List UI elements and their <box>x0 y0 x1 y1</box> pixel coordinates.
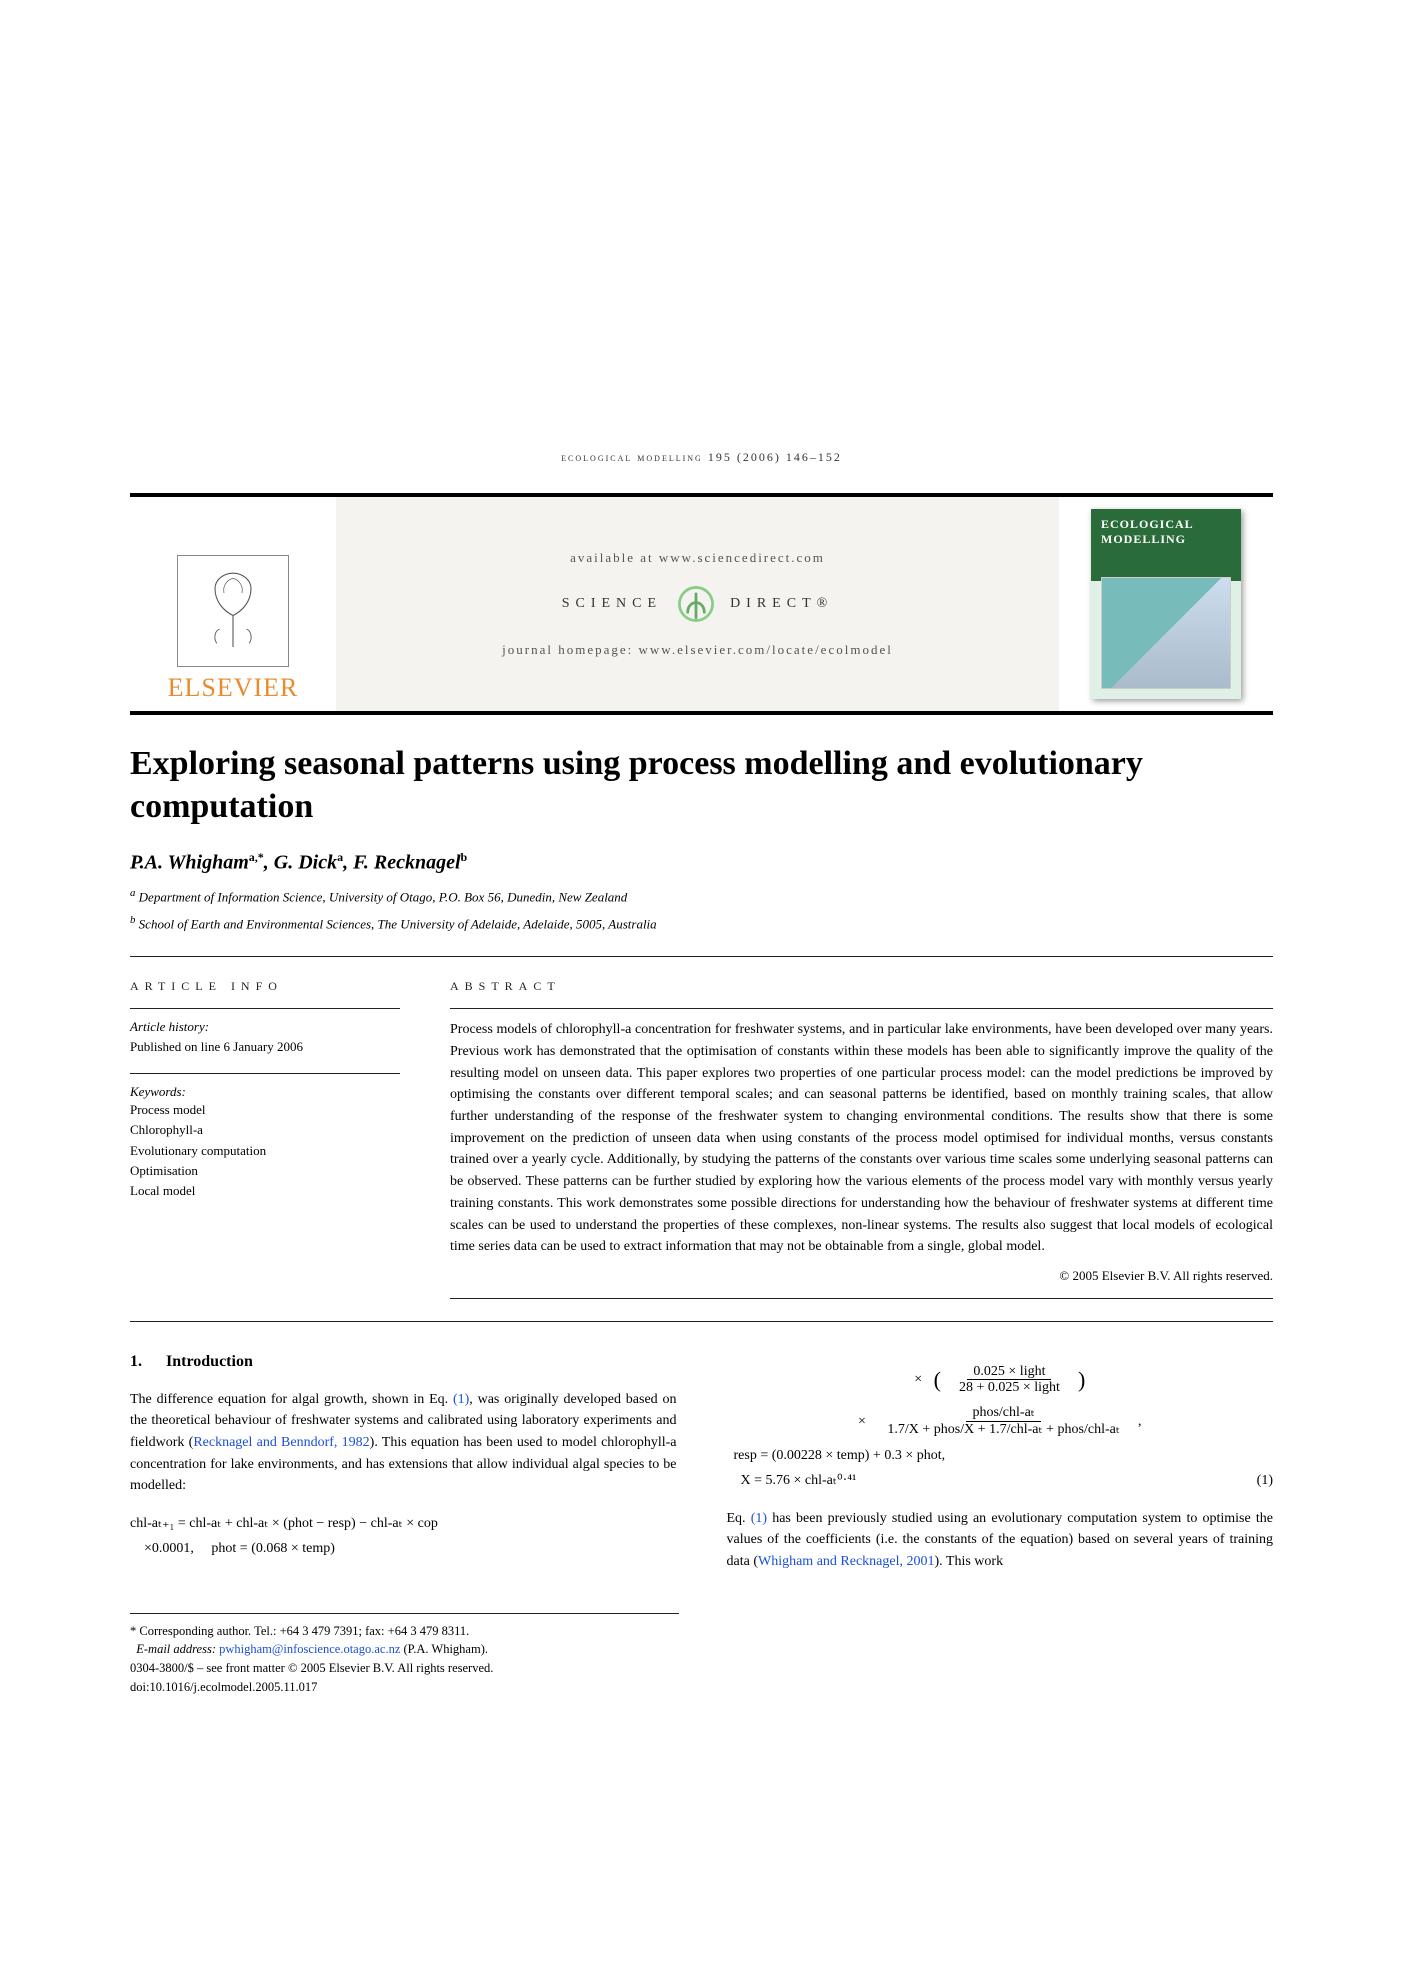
divider <box>130 956 1273 957</box>
affiliation-a: a Department of Information Science, Uni… <box>130 885 1273 907</box>
journal-homepage[interactable]: journal homepage: www.elsevier.com/locat… <box>502 642 893 658</box>
section-title: Introduction <box>166 1353 253 1370</box>
author-1[interactable]: P.A. Whigham <box>130 852 249 874</box>
eq-line: X = 5.76 × chl-aₜ⁰·⁴¹ (1) <box>727 1468 1274 1493</box>
sd-word-left: SCIENCE <box>562 596 662 612</box>
keyword: Optimisation <box>130 1161 400 1181</box>
keyword: Process model <box>130 1100 400 1120</box>
keyword: Evolutionary computation <box>130 1141 400 1161</box>
sd-word-right: DIRECT® <box>730 596 833 612</box>
article-title: Exploring seasonal patterns using proces… <box>130 743 1273 828</box>
author-2-aff: a <box>337 850 343 864</box>
journal-cover-wrap: ECOLOGICAL MODELLING <box>1059 497 1273 711</box>
sciencedirect-logo[interactable]: SCIENCE DIRECT® <box>562 580 834 628</box>
eq-line: chl-aₜ₊₁ = chl-aₜ + chl-aₜ × (phot − res… <box>130 1511 677 1536</box>
divider <box>130 1008 400 1009</box>
author-1-aff: a,* <box>249 850 264 864</box>
running-head: ecological modelling 195 (2006) 146–152 <box>130 450 1273 465</box>
eq-line: × phos/chl-aₜ 1.7/X + phos/X + 1.7/chl-a… <box>727 1405 1274 1437</box>
text: X = 5.76 × chl-aₜ⁰·⁴¹ <box>741 1473 857 1488</box>
numerator: phos/chl-aₜ <box>966 1405 1040 1421</box>
text: resp = (0.00228 × temp) + 0.3 × phot, <box>734 1448 946 1463</box>
text: phot = (0.068 × temp) <box>211 1541 335 1556</box>
masthead-center: available at www.sciencedirect.com SCIEN… <box>336 497 1059 711</box>
affiliation-a-text: Department of Information Science, Unive… <box>139 889 628 904</box>
section-heading: 1. Introduction <box>130 1350 677 1375</box>
equation-ref-link[interactable]: (1) <box>453 1392 469 1407</box>
section-number: 1. <box>130 1353 142 1370</box>
equation-1: chl-aₜ₊₁ = chl-aₜ + chl-aₜ × (phot − res… <box>130 1511 677 1561</box>
equation-1-cont: × ( 0.025 × light 28 + 0.025 × light ) ×… <box>727 1360 1274 1494</box>
abstract-head: ABSTRACT <box>450 979 1273 994</box>
publisher-block: ELSEVIER <box>130 497 336 711</box>
email-line: E-mail address: pwhigham@infoscience.ota… <box>130 1640 679 1659</box>
email-label: E-mail address: <box>136 1642 216 1656</box>
text: Eq. <box>727 1511 751 1526</box>
available-at: available at www.sciencedirect.com <box>570 550 825 566</box>
denominator: 1.7/X + phos/X + 1.7/chl-aₜ + phos/chl-a… <box>881 1422 1126 1437</box>
abstract-block: ABSTRACT Process models of chlorophyll-a… <box>450 979 1273 1299</box>
equation-ref-link[interactable]: (1) <box>751 1511 767 1526</box>
journal-cover-art <box>1101 577 1231 689</box>
author-list: P.A. Whighama,*, G. Dicka, F. Recknagelb <box>130 850 1273 875</box>
text: The difference equation for algal growth… <box>130 1392 453 1407</box>
fraction: phos/chl-aₜ 1.7/X + phos/X + 1.7/chl-aₜ … <box>881 1405 1126 1437</box>
text: ×0.0001, <box>144 1541 194 1556</box>
corresponding-author: * Corresponding author. Tel.: +64 3 479 … <box>130 1622 679 1641</box>
divider <box>450 1008 1273 1009</box>
fraction: 0.025 × light 28 + 0.025 × light <box>953 1364 1066 1396</box>
email-link[interactable]: pwhigham@infoscience.otago.ac.nz <box>219 1642 400 1656</box>
copyright: © 2005 Elsevier B.V. All rights reserved… <box>450 1268 1273 1284</box>
journal-cover: ECOLOGICAL MODELLING <box>1091 509 1241 699</box>
eq-line: ×0.0001, phot = (0.068 × temp) <box>130 1536 677 1561</box>
text: ). This work <box>935 1554 1004 1569</box>
footnotes: * Corresponding author. Tel.: +64 3 479 … <box>130 1613 679 1697</box>
author-3-aff: b <box>461 850 468 864</box>
equation-number: (1) <box>1257 1468 1273 1493</box>
affiliation-b-text: School of Earth and Environmental Scienc… <box>139 917 657 932</box>
front-matter: 0304-3800/$ – see front matter © 2005 El… <box>130 1659 679 1678</box>
divider <box>450 1298 1273 1299</box>
sd-swirl-icon <box>672 580 720 628</box>
elsevier-tree-logo <box>177 555 289 667</box>
keywords-label: Keywords: <box>130 1084 400 1100</box>
citation-link[interactable]: Whigham and Recknagel, 2001 <box>758 1554 935 1569</box>
article-info-head: ARTICLE INFO <box>130 979 400 994</box>
intro-paragraph-1: The difference equation for algal growth… <box>130 1389 677 1497</box>
affiliation-b: b School of Earth and Environmental Scie… <box>130 912 1273 934</box>
journal-cover-title: ECOLOGICAL MODELLING <box>1101 517 1241 547</box>
article-info: ARTICLE INFO Article history: Published … <box>130 979 400 1299</box>
article-body: 1. Introduction The difference equation … <box>130 1350 1273 1587</box>
eq-line: × ( 0.025 × light 28 + 0.025 × light ) <box>727 1360 1274 1400</box>
abstract-text: Process models of chlorophyll-a concentr… <box>450 1019 1273 1258</box>
publisher-name: ELSEVIER <box>168 673 299 703</box>
doi: doi:10.1016/j.ecolmodel.2005.11.017 <box>130 1678 679 1697</box>
denominator: 28 + 0.025 × light <box>953 1380 1066 1395</box>
keywords-list: Process model Chlorophyll-a Evolutionary… <box>130 1100 400 1201</box>
masthead: ELSEVIER available at www.sciencedirect.… <box>130 493 1273 715</box>
history-label: Article history: <box>130 1019 400 1035</box>
intro-paragraph-2: Eq. (1) has been previously studied usin… <box>727 1508 1274 1573</box>
divider <box>130 1073 400 1074</box>
numerator: 0.025 × light <box>967 1364 1051 1380</box>
divider <box>130 1321 1273 1322</box>
email-who: (P.A. Whigham). <box>404 1642 489 1656</box>
author-3[interactable]: F. Recknagel <box>353 852 460 874</box>
history-value: Published on line 6 January 2006 <box>130 1039 400 1055</box>
eq-line: resp = (0.00228 × temp) + 0.3 × phot, <box>727 1443 1274 1468</box>
author-2[interactable]: G. Dick <box>274 852 337 874</box>
citation-link[interactable]: Recknagel and Benndorf, 1982 <box>193 1435 369 1450</box>
keyword: Local model <box>130 1181 400 1201</box>
keyword: Chlorophyll-a <box>130 1120 400 1140</box>
